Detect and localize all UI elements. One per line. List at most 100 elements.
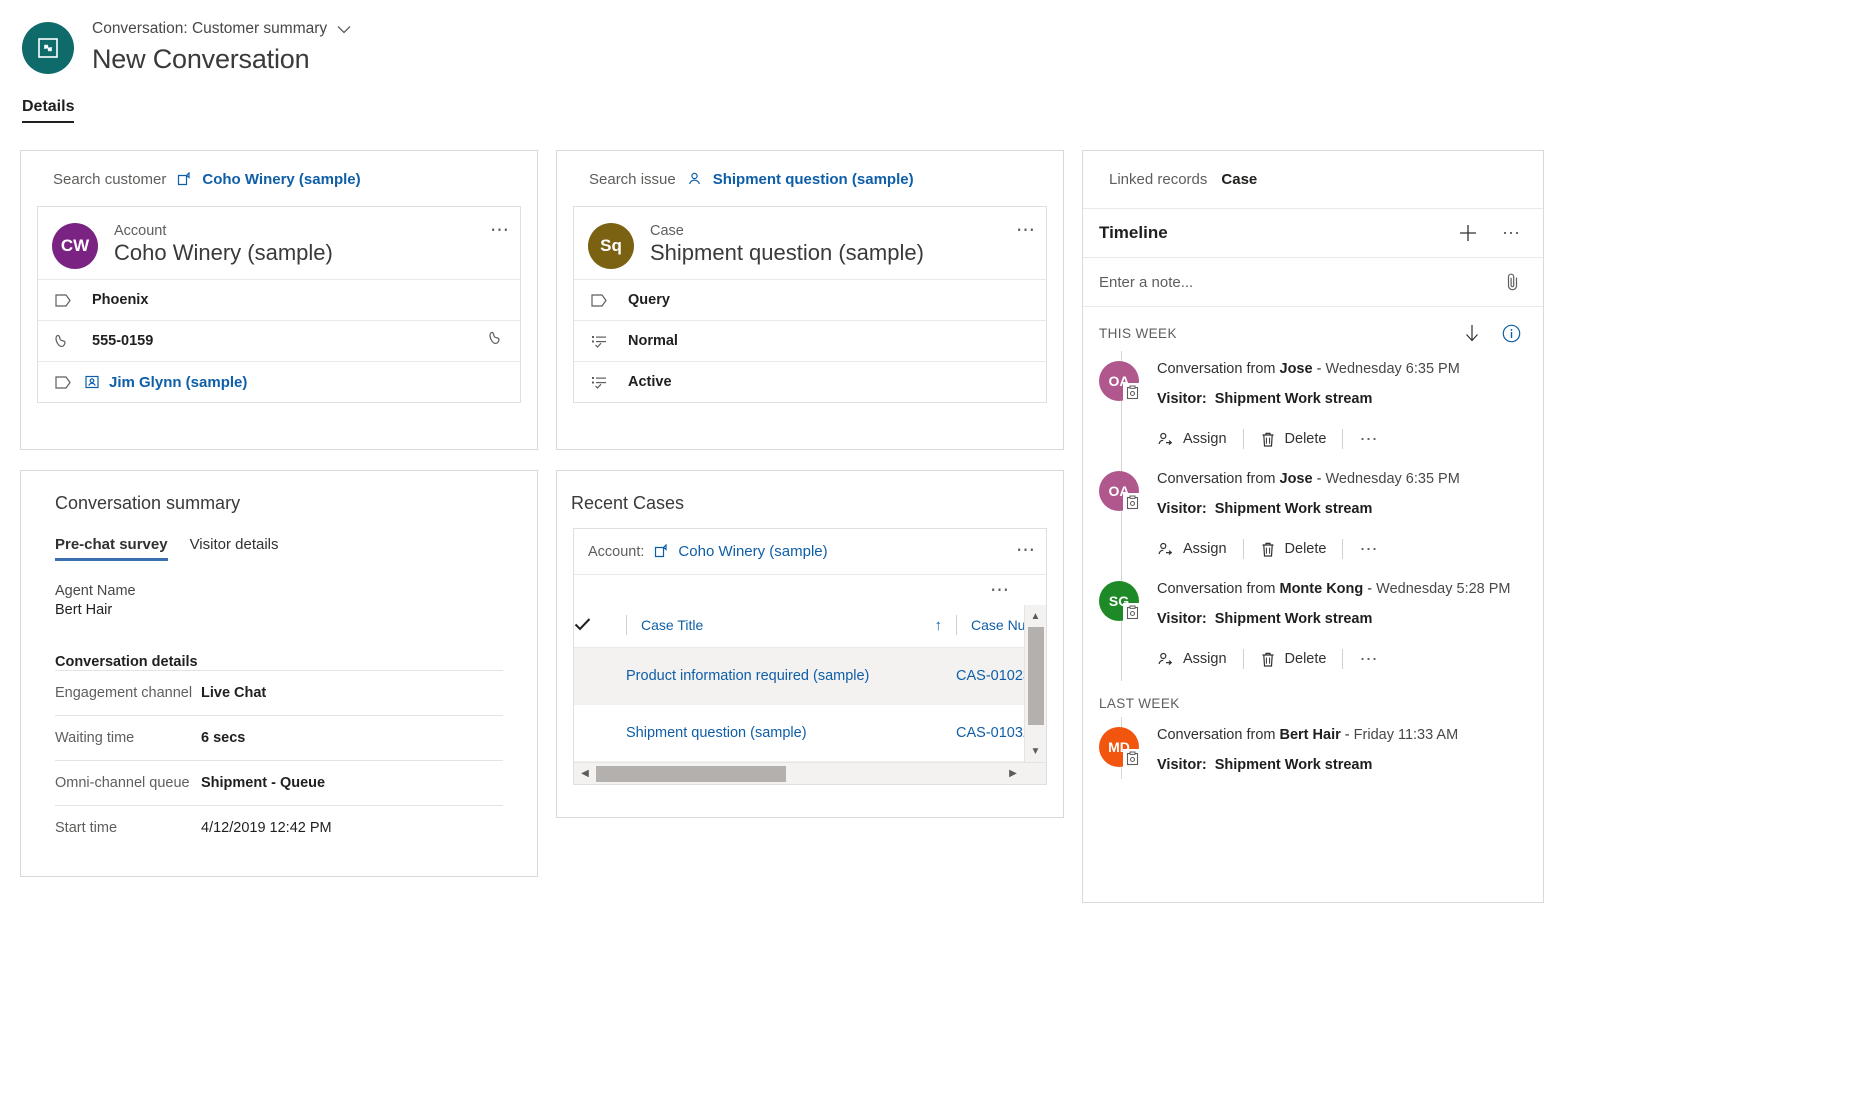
row-select-cell[interactable] [574, 705, 626, 762]
visitor-label: Visitor: [1157, 501, 1207, 517]
delete-button[interactable]: Delete [1260, 541, 1327, 558]
info-circle-icon[interactable] [1502, 324, 1521, 343]
column-left: Search customer Coho Winery (sample) CW … [20, 150, 538, 877]
ellipsis-icon[interactable]: ⋯ [490, 221, 510, 240]
ellipsis-icon[interactable]: ⋯ [1502, 224, 1521, 242]
entry-dash: - [1317, 471, 1322, 487]
visitor-label: Visitor: [1157, 611, 1207, 627]
tab-strip: Details [0, 98, 1875, 123]
linked-records-value[interactable]: Case [1221, 171, 1257, 188]
caret-up-icon[interactable]: ▲ [1031, 605, 1041, 627]
account-icon [176, 172, 192, 188]
issue-link[interactable]: Shipment question (sample) [713, 171, 914, 188]
phone-icon [52, 333, 74, 350]
entry-timestamp: Wednesday 5:28 PM [1376, 581, 1510, 597]
scroll-thumb-vertical[interactable] [1028, 627, 1044, 725]
timeline-entry-body: Conversation from Jose - Wednesday 6:35 … [1157, 471, 1460, 571]
recent-cases-title: Recent Cases [557, 471, 1063, 514]
ellipsis-icon[interactable]: ⋯ [1016, 541, 1036, 560]
recent-cases-account-link[interactable]: Coho Winery (sample) [678, 543, 827, 560]
timeline-entry-headline: Conversation from Jose - Wednesday 6:35 … [1157, 471, 1460, 487]
search-customer-row[interactable]: Search customer Coho Winery (sample) [21, 151, 537, 206]
search-issue-row[interactable]: Search issue Shipment question (sample) [557, 151, 1063, 206]
assign-user-icon [1157, 651, 1174, 668]
timeline-entry-body: Conversation from Bert Hair - Friday 11:… [1157, 727, 1458, 779]
table-row[interactable]: Product information required (sample) CA… [574, 648, 1046, 705]
delete-button[interactable]: Delete [1260, 431, 1327, 448]
field-row: Query [574, 279, 1046, 320]
breadcrumb[interactable]: Conversation: Customer summary [92, 18, 351, 40]
avatar: SG [1099, 581, 1145, 681]
checkmark-icon[interactable] [574, 617, 591, 631]
conversation-details-heading: Conversation details [55, 654, 503, 670]
table-row[interactable]: Shipment question (sample) CAS-01032-B4G [574, 705, 1046, 762]
timeline-entry-list: OA Conversation from [1083, 351, 1543, 681]
ellipsis-icon[interactable]: ⋯ [1359, 430, 1378, 448]
vertical-scrollbar[interactable]: ▲ ▼ [1024, 605, 1046, 762]
assign-button[interactable]: Assign [1157, 651, 1227, 668]
entry-prefix: Conversation from [1157, 361, 1275, 377]
paperclip-icon[interactable] [1505, 272, 1521, 292]
plus-icon[interactable] [1458, 223, 1478, 243]
note-input-row[interactable]: Enter a note... [1083, 258, 1543, 307]
customer-link[interactable]: Coho Winery (sample) [202, 171, 360, 188]
agent-name-value: Bert Hair [55, 602, 503, 618]
recent-cases-panel: Recent Cases Account: Coho Winery (sampl… [556, 470, 1064, 818]
tab-pre-chat-survey[interactable]: Pre-chat survey [55, 536, 168, 561]
column-select-all[interactable] [574, 605, 626, 648]
tab-visitor-details[interactable]: Visitor details [190, 536, 279, 561]
timeline-entry[interactable]: OA Conversation from [1099, 461, 1527, 571]
timeline-entry-headline: Conversation from Jose - Wednesday 6:35 … [1157, 361, 1460, 377]
scroll-thumb-horizontal[interactable] [596, 766, 786, 782]
conversation-summary-panel: Conversation summary Pre-chat survey Vis… [20, 470, 538, 877]
cell-case-title[interactable]: Shipment question (sample) [626, 705, 956, 762]
row-select-cell[interactable] [574, 648, 626, 705]
case-card: Sq Case Shipment question (sample) ⋯ Que… [573, 206, 1047, 403]
ellipsis-icon[interactable]: ⋯ [1359, 540, 1378, 558]
detail-row: Omni-channel queue Shipment - Queue [55, 760, 503, 805]
page-title: New Conversation [92, 44, 351, 75]
tab-details[interactable]: Details [22, 98, 74, 123]
entry-dash: - [1367, 581, 1372, 597]
horizontal-scrollbar[interactable]: ◀ ▶ [574, 762, 1046, 784]
visitor-value: Shipment Work stream [1215, 391, 1373, 407]
arrow-down-icon[interactable] [1464, 323, 1480, 343]
timeline-entry[interactable]: SG Conversation from [1099, 571, 1527, 681]
cell-case-title[interactable]: Product information required (sample) [626, 648, 956, 705]
ellipsis-icon[interactable]: ⋯ [990, 581, 1010, 600]
detail-key: Omni-channel queue [55, 775, 201, 791]
ellipsis-icon[interactable]: ⋯ [1359, 650, 1378, 668]
account-name: Coho Winery (sample) [114, 240, 333, 266]
ellipsis-icon[interactable]: ⋯ [1016, 221, 1036, 240]
entry-timestamp: Wednesday 6:35 PM [1325, 471, 1459, 487]
timeline-entry[interactable]: MD Conversation from [1099, 717, 1527, 779]
entry-timestamp: Friday 11:33 AM [1354, 727, 1459, 743]
activity-icon [1123, 493, 1141, 511]
delete-button[interactable]: Delete [1260, 651, 1327, 668]
customer-panel: Search customer Coho Winery (sample) CW … [20, 150, 538, 450]
timeline-entry[interactable]: OA Conversation from [1099, 351, 1527, 461]
case-status: Active [628, 374, 672, 390]
entry-prefix: Conversation from [1157, 581, 1275, 597]
caret-down-icon[interactable]: ▼ [1031, 740, 1041, 762]
timeline-entry-visitor: Visitor:Shipment Work stream [1157, 501, 1460, 517]
recent-cases-account-row: Account: Coho Winery (sample) ⋯ [574, 529, 1046, 575]
phone-call-icon[interactable] [489, 330, 506, 352]
note-input[interactable]: Enter a note... [1099, 274, 1193, 291]
sort-ascending-icon[interactable]: ↑ [935, 617, 957, 634]
account-phone: 555-0159 [92, 333, 153, 349]
chevron-down-icon[interactable] [337, 25, 351, 34]
column-case-title[interactable]: Case Title ↑ [626, 605, 956, 648]
assign-button[interactable]: Assign [1157, 431, 1227, 448]
case-type: Case [650, 223, 924, 239]
avatar: CW [52, 223, 98, 269]
caret-right-icon[interactable]: ▶ [1002, 768, 1024, 779]
timeline-entry-list: MD Conversation from [1083, 717, 1543, 779]
detail-key: Waiting time [55, 730, 201, 746]
visitor-label: Visitor: [1157, 391, 1207, 407]
detail-row: Start time 4/12/2019 12:42 PM [55, 805, 503, 850]
caret-left-icon[interactable]: ◀ [574, 768, 596, 779]
account-contact-link[interactable]: Jim Glynn (sample) [109, 374, 247, 391]
assign-button[interactable]: Assign [1157, 541, 1227, 558]
grid-scroll-area: Case Title ↑ Case Number [574, 605, 1046, 762]
